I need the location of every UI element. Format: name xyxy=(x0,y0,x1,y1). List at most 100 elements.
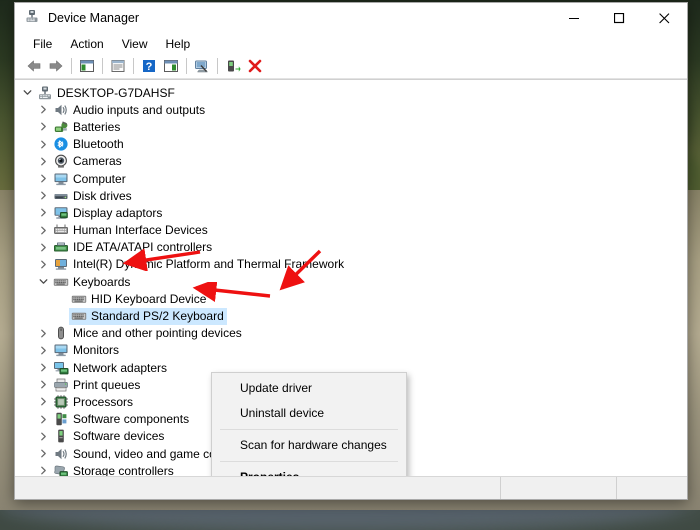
chevron-right-icon[interactable] xyxy=(35,105,51,114)
software-component-icon xyxy=(51,411,71,427)
chevron-right-icon[interactable] xyxy=(35,174,51,183)
chevron-right-icon[interactable] xyxy=(35,397,51,406)
forward-icon[interactable] xyxy=(45,55,67,77)
tree-item-content: Bluetooth xyxy=(51,136,127,153)
tree-item-standard-ps-2-keyboard[interactable]: Standard PS/2 Keyboard xyxy=(15,307,687,324)
keyboard-icon xyxy=(69,291,89,307)
tree-item-desktop-g7dahsf[interactable]: DESKTOP-G7DAHSF xyxy=(15,84,687,101)
tree-item-label: Monitors xyxy=(71,343,119,357)
show-hide-console-tree-icon[interactable] xyxy=(76,55,98,77)
chevron-right-icon[interactable] xyxy=(35,226,51,235)
tree-item-label: Keyboards xyxy=(71,275,130,289)
tree-item-hid-keyboard-device[interactable]: HID Keyboard Device xyxy=(15,290,687,307)
minimize-button[interactable] xyxy=(552,3,597,33)
chevron-right-icon[interactable] xyxy=(35,122,51,131)
chevron-right-icon[interactable] xyxy=(35,208,51,217)
context-menu-item-properties[interactable]: Properties xyxy=(212,465,406,476)
chevron-right-icon[interactable] xyxy=(35,432,51,441)
menu-file[interactable]: File xyxy=(24,35,61,53)
device-manager-icon xyxy=(24,8,40,29)
tree-item-audio-inputs-and-outputs[interactable]: Audio inputs and outputs xyxy=(15,101,687,118)
toolbar-separator xyxy=(217,58,218,74)
help-icon[interactable]: ? xyxy=(138,55,160,77)
display-adapter-icon xyxy=(51,205,71,221)
uninstall-device-icon[interactable] xyxy=(244,55,266,77)
tree-item-human-interface-devices[interactable]: Human Interface Devices xyxy=(15,222,687,239)
ide-controller-icon xyxy=(51,239,71,255)
chevron-down-icon[interactable] xyxy=(35,277,51,286)
mouse-icon xyxy=(51,325,71,341)
chevron-down-icon[interactable] xyxy=(19,88,35,97)
close-button[interactable] xyxy=(642,3,687,33)
tree-item-batteries[interactable]: Batteries xyxy=(15,118,687,135)
menu-action[interactable]: Action xyxy=(61,35,112,53)
enable-device-icon[interactable] xyxy=(222,55,244,77)
chevron-right-icon[interactable] xyxy=(35,363,51,372)
title-bar-left: Device Manager xyxy=(15,8,139,29)
battery-icon xyxy=(51,119,71,135)
tree-item-content: Audio inputs and outputs xyxy=(51,101,208,118)
window-title: Device Manager xyxy=(48,11,139,25)
chevron-right-icon[interactable] xyxy=(35,415,51,424)
tree-item-content: Print queues xyxy=(51,376,143,393)
chevron-right-icon[interactable] xyxy=(35,346,51,355)
toolbar: ? xyxy=(15,54,687,79)
maximize-button[interactable] xyxy=(597,3,642,33)
device-manager-window: Device Manager File Action View Help xyxy=(14,2,688,500)
context-menu-separator xyxy=(220,429,398,430)
chevron-right-icon[interactable] xyxy=(35,380,51,389)
tree-item-ide-ata-atapi-controllers[interactable]: IDE ATA/ATAPI controllers xyxy=(15,239,687,256)
tree-item-content: Mice and other pointing devices xyxy=(51,325,245,342)
chevron-right-icon[interactable] xyxy=(35,329,51,338)
chevron-right-icon[interactable] xyxy=(35,260,51,269)
tree-item-label: IDE ATA/ATAPI controllers xyxy=(71,240,212,254)
tree-item-cameras[interactable]: Cameras xyxy=(15,153,687,170)
menu-help[interactable]: Help xyxy=(157,35,200,53)
keyboard-icon xyxy=(51,274,71,290)
tree-item-label: Intel(R) Dynamic Platform and Thermal Fr… xyxy=(71,257,344,271)
device-tree-panel[interactable]: DESKTOP-G7DAHSFAudio inputs and outputsB… xyxy=(15,79,687,476)
camera-icon xyxy=(51,153,71,169)
chevron-right-icon[interactable] xyxy=(35,140,51,149)
tree-item-intel-r-dynamic-platform-and-thermal-framework[interactable]: Intel(R) Dynamic Platform and Thermal Fr… xyxy=(15,256,687,273)
tree-item-content: Display adaptors xyxy=(51,204,165,221)
update-driver-icon[interactable] xyxy=(160,55,182,77)
tree-item-content: DESKTOP-G7DAHSF xyxy=(35,84,178,101)
tree-item-monitors[interactable]: Monitors xyxy=(15,342,687,359)
back-icon[interactable] xyxy=(23,55,45,77)
tree-item-content: Computer xyxy=(51,170,129,187)
tree-item-label: Computer xyxy=(71,172,126,186)
chevron-right-icon[interactable] xyxy=(35,449,51,458)
tree-item-content: Keyboards xyxy=(51,273,133,290)
tree-item-label: Software devices xyxy=(71,429,164,443)
properties-icon[interactable] xyxy=(107,55,129,77)
software-device-icon xyxy=(51,428,71,444)
tree-item-computer[interactable]: Computer xyxy=(15,170,687,187)
tree-item-content: Network adapters xyxy=(51,359,170,376)
context-menu: Update driver Uninstall device Scan for … xyxy=(211,372,407,476)
chevron-right-icon[interactable] xyxy=(35,466,51,475)
chevron-right-icon[interactable] xyxy=(35,191,51,200)
tree-item-content: Intel(R) Dynamic Platform and Thermal Fr… xyxy=(51,256,347,273)
tree-item-bluetooth[interactable]: Bluetooth xyxy=(15,136,687,153)
tree-item-display-adaptors[interactable]: Display adaptors xyxy=(15,204,687,221)
tree-item-mice-and-other-pointing-devices[interactable]: Mice and other pointing devices xyxy=(15,325,687,342)
title-bar[interactable]: Device Manager xyxy=(15,3,687,33)
menu-view[interactable]: View xyxy=(113,35,157,53)
context-menu-item-update-driver[interactable]: Update driver xyxy=(212,376,406,401)
keyboard-icon xyxy=(69,308,89,324)
context-menu-item-uninstall-device[interactable]: Uninstall device xyxy=(212,401,406,426)
tree-item-label: Disk drives xyxy=(71,189,132,203)
tree-item-label: Software components xyxy=(71,412,189,426)
tree-item-content: Software devices xyxy=(51,428,167,445)
context-menu-item-scan-for-hardware-changes[interactable]: Scan for hardware changes xyxy=(212,433,406,458)
tree-item-disk-drives[interactable]: Disk drives xyxy=(15,187,687,204)
tree-item-keyboards[interactable]: Keyboards xyxy=(15,273,687,290)
tree-item-content: Storage controllers xyxy=(51,462,177,476)
chevron-right-icon[interactable] xyxy=(35,157,51,166)
svg-text:?: ? xyxy=(146,61,153,73)
scan-hardware-changes-icon[interactable] xyxy=(191,55,213,77)
tree-item-content: Standard PS/2 Keyboard xyxy=(69,308,227,325)
chevron-right-icon[interactable] xyxy=(35,243,51,252)
tree-item-content: Batteries xyxy=(51,118,123,135)
